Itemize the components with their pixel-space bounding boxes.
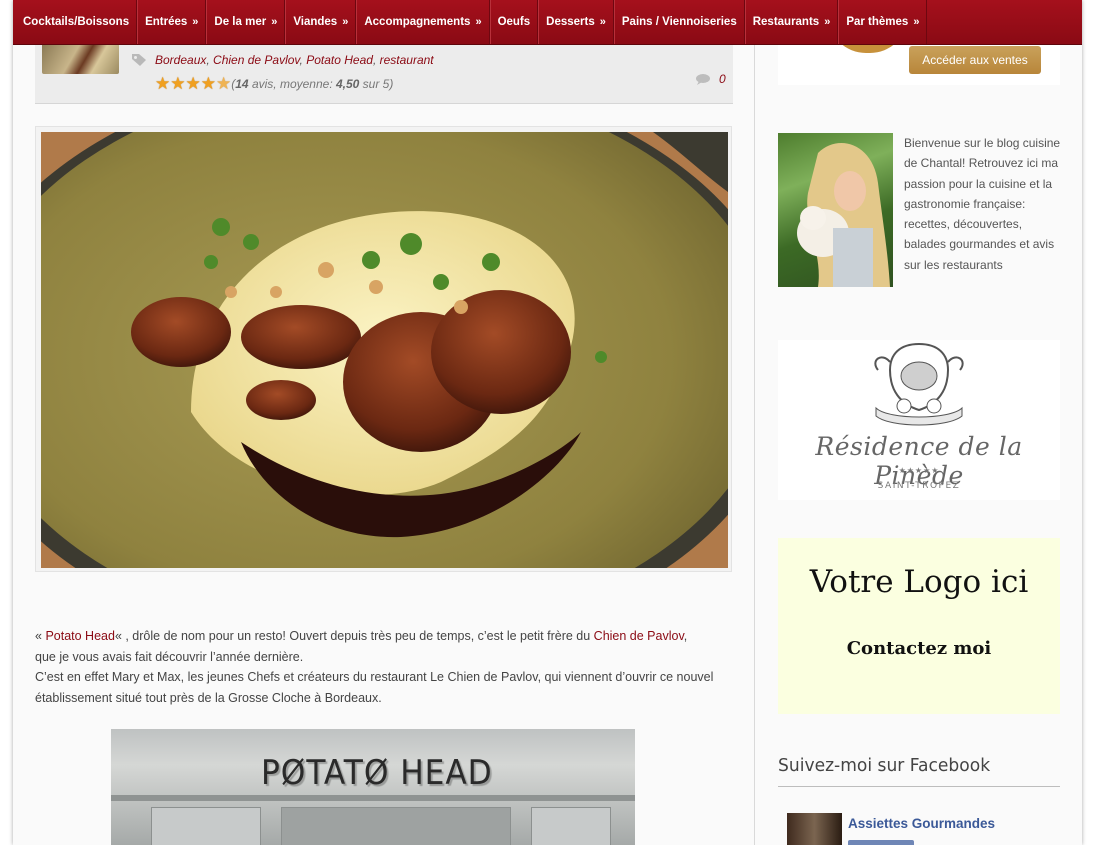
submenu-arrow-icon: » [599,16,606,28]
menu-item-pains-viennoiseries[interactable]: Pains / Viennoiseries [613,0,745,44]
facebook-widget-divider [778,786,1060,787]
potato-head-link[interactable]: Potato Head [45,629,115,643]
tag-link[interactable]: Chien de Pavlov [213,53,300,67]
storefront-sign: PØTATØ HEAD [261,753,493,793]
menu-item-de-la-mer[interactable]: De la mer» [206,0,286,44]
storefront-door [281,807,511,845]
tag-link[interactable]: restaurant [380,53,434,67]
menu-item-oeufs[interactable]: Oeufs [489,0,539,44]
menu-item-restaurants[interactable]: Restaurants» [744,0,839,44]
storefront-window [151,807,261,845]
column-divider [754,0,755,845]
residence-ad-banner[interactable]: Résidence de la Pinède ★★★★★ SAINT-TROPE… [778,340,1060,500]
chien-de-pavlov-link[interactable]: Chien de Pavlov [594,629,684,643]
comments-link[interactable]: 0 [695,72,726,86]
ad-title: Votre Logo ici [809,564,1029,600]
main-content: Bordeaux, Chien de Pavlov, Potato Head, … [13,45,754,845]
article-paragraph: « Potato Head« , drôle de nom pour un re… [35,629,714,705]
post-thumbnail[interactable] [42,45,119,74]
page-wrapper: Cocktails/Boissons Entrées» De la mer» V… [13,0,1082,845]
post-tags: Bordeaux, Chien de Pavlov, Potato Head, … [155,53,434,67]
your-logo-ad[interactable]: Votre Logo ici Contactez moi [778,538,1060,714]
rating-star-icon[interactable]: ★ [186,75,201,92]
rating-sur-label: sur 5) [359,76,394,91]
menu-item-desserts[interactable]: Desserts» [538,0,614,44]
storefront-photo[interactable]: PØTATØ HEAD [111,729,635,845]
dish-image [41,132,728,568]
rating-count: 14 [235,76,249,91]
menu-item-par-themes[interactable]: Par thèmes» [838,0,928,44]
rating-star-icon[interactable]: ★ [216,75,231,92]
article-body: « Potato Head« , drôle de nom pour un re… [35,626,735,708]
submenu-arrow-icon: » [342,16,349,28]
comments-count: 0 [719,72,726,86]
post-meta-bar: Bordeaux, Chien de Pavlov, Potato Head, … [35,45,733,104]
menu-item-viandes[interactable]: Viandes» [285,0,357,44]
hero-dish-photo[interactable] [35,126,732,572]
blog-intro-text: Bienvenue sur le blog cuisine de Chantal… [904,136,1061,272]
menu-item-accompagnements[interactable]: Accompagnements» [356,0,490,44]
sidebar: Accéder aux ventes Bienvenue sur le blog… [755,15,1082,845]
submenu-arrow-icon: » [475,16,482,28]
main-menu: Cocktails/Boissons Entrées» De la mer» V… [13,0,1082,45]
residence-crest-icon [874,342,964,426]
facebook-widget-title: Suivez-moi sur Facebook [778,755,991,776]
menu-item-cocktails[interactable]: Cocktails/Boissons [13,0,138,44]
comment-bubble-icon [696,74,710,85]
submenu-arrow-icon: » [192,16,199,28]
submenu-arrow-icon: » [271,16,278,28]
page-margin-right [1082,0,1094,845]
submenu-arrow-icon: » [913,16,920,28]
ad-contact: Contactez moi [846,638,992,659]
author-photo [778,133,893,287]
residence-city: SAINT-TROPEZ [877,481,961,491]
post-rating: ★ ★ ★ ★ ★ (14 avis, moyenne: 4,50 sur 5) [155,75,393,92]
facebook-page-link[interactable]: Assiettes Gourmandes [848,816,995,831]
rating-star-icon[interactable]: ★ [201,75,216,92]
access-sales-button[interactable]: Accéder aux ventes [909,46,1041,74]
storefront-window [531,807,611,845]
rating-avis-label: avis, moyenne: [248,76,336,91]
tag-icon [132,54,146,66]
facebook-like-button[interactable] [848,840,914,845]
page-margin-left [0,0,13,845]
rating-star-icon[interactable]: ★ [170,75,185,92]
menu-item-entrees[interactable]: Entrées» [137,0,207,44]
tag-separator: , [372,53,380,67]
promo-widget: Accéder aux ventes [778,15,1060,85]
residence-stars: ★★★★★ [898,466,940,475]
rating-average: 4,50 [335,76,360,91]
rating-star-icon[interactable]: ★ [155,75,170,92]
tag-link[interactable]: Potato Head [306,53,373,67]
storefront-beam [111,795,635,801]
facebook-page-thumbnail[interactable] [787,813,842,845]
tag-link[interactable]: Bordeaux [155,53,206,67]
submenu-arrow-icon: » [824,16,831,28]
